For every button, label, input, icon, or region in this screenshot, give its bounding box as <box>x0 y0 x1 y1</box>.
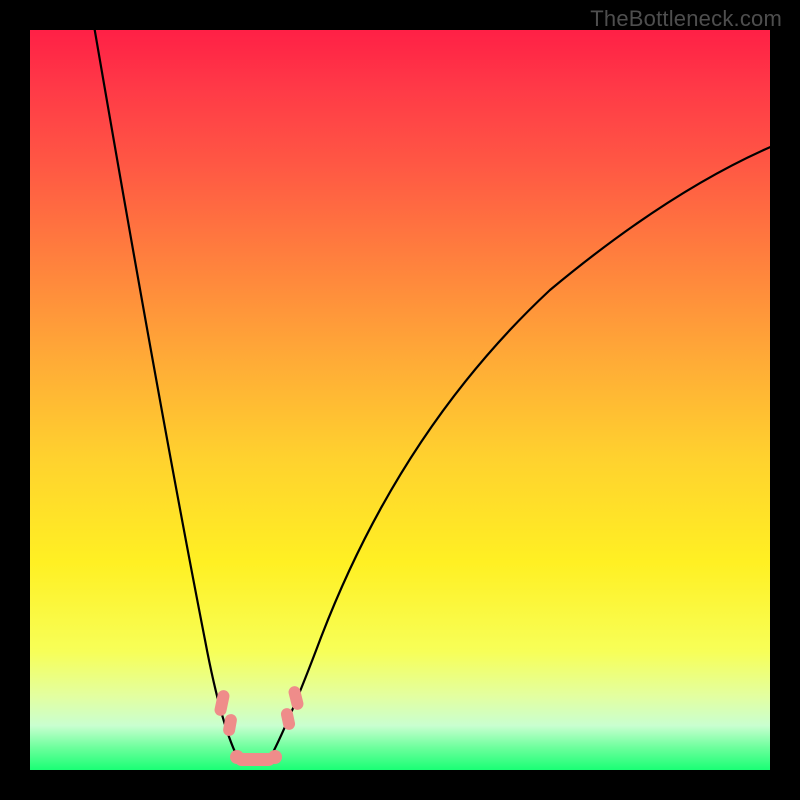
curve-left-branch <box>93 30 240 762</box>
curve-right-branch <box>268 145 770 762</box>
chart-plot-area <box>30 30 770 770</box>
bottleneck-curve <box>30 30 770 770</box>
data-marker <box>230 750 244 764</box>
data-marker <box>268 750 282 764</box>
watermark-text: TheBottleneck.com <box>590 6 782 32</box>
